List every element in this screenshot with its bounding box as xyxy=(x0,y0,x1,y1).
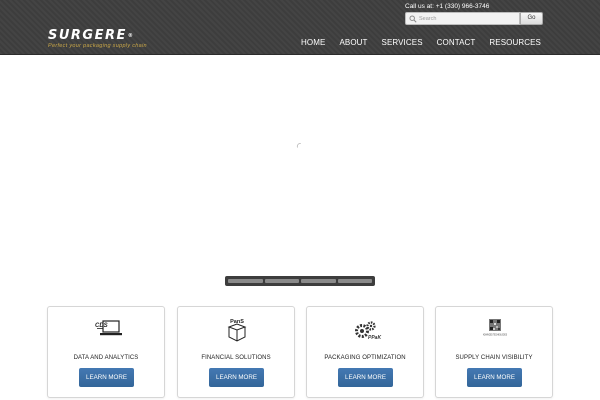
learn-more-button[interactable]: LEARN MORE xyxy=(338,368,393,387)
nav-contact[interactable]: CONTACT xyxy=(437,38,476,47)
logo-wordmark: SURGERE xyxy=(48,28,127,43)
learn-more-button[interactable]: LEARN MORE xyxy=(467,368,522,387)
slider-dot-2[interactable] xyxy=(264,279,299,283)
ppak-icon-label: PPaK xyxy=(368,335,381,341)
site-header: SURGERE® Perfect your packaging supply c… xyxy=(0,0,600,55)
service-card-supply-chain: ADVANCED TECHNOLOGIES SUPPLY CHAIN VISIB… xyxy=(435,306,553,398)
card-title: DATA AND ANALYTICS xyxy=(73,355,139,361)
cds-laptop-icon: CDS xyxy=(95,320,122,336)
loading-spinner-icon xyxy=(296,143,301,148)
slider-dot-1[interactable] xyxy=(228,279,263,283)
search-box xyxy=(405,12,520,25)
search-icon xyxy=(409,15,417,23)
card-title: SUPPLY CHAIN VISIBILITY xyxy=(455,355,533,361)
nav-about[interactable]: ABOUT xyxy=(339,38,367,47)
search-input[interactable] xyxy=(419,14,517,23)
main-nav: HOME ABOUT SERVICES CONTACT RESOURCES xyxy=(301,38,541,47)
logo[interactable]: SURGERE® Perfect your packaging supply c… xyxy=(48,28,147,49)
gears-icon: PPaK xyxy=(355,321,381,341)
go-button[interactable]: Go xyxy=(520,12,543,25)
nav-services[interactable]: SERVICES xyxy=(382,38,423,47)
card-title: FINANCIAL SOLUTIONS xyxy=(201,355,271,361)
service-card-financial: PanS FINANCIAL SOLUTIONS LEARN MORE xyxy=(177,306,295,398)
nav-resources[interactable]: RESOURCES xyxy=(489,38,541,47)
nav-home[interactable]: HOME xyxy=(301,38,325,47)
pans-box-icon: PanS xyxy=(227,319,247,342)
slider-pagination xyxy=(225,276,375,286)
learn-more-button[interactable]: LEARN MORE xyxy=(79,368,134,387)
service-card-packaging: PPaK PACKAGING OPTIMIZATION LEARN MORE xyxy=(306,306,424,398)
logo-tagline: Perfect your packaging supply chain xyxy=(48,43,147,49)
card-title: PACKAGING OPTIMIZATION xyxy=(324,355,406,361)
slider-dot-4[interactable] xyxy=(337,279,372,283)
learn-more-button[interactable]: LEARN MORE xyxy=(209,368,264,387)
advanced-technologies-icon: ADVANCED TECHNOLOGIES xyxy=(483,319,507,337)
registered-mark: ® xyxy=(127,33,135,39)
call-us-phone[interactable]: Call us at: +1 (330) 966-3746 xyxy=(405,3,489,10)
service-card-data-analytics: CDS DATA AND ANALYTICS LEARN MORE xyxy=(47,306,165,398)
advanced-tech-icon-label: ADVANCED TECHNOLOGIES xyxy=(483,333,507,337)
search-form: Go xyxy=(405,12,543,25)
slider-dot-3[interactable] xyxy=(301,279,336,283)
